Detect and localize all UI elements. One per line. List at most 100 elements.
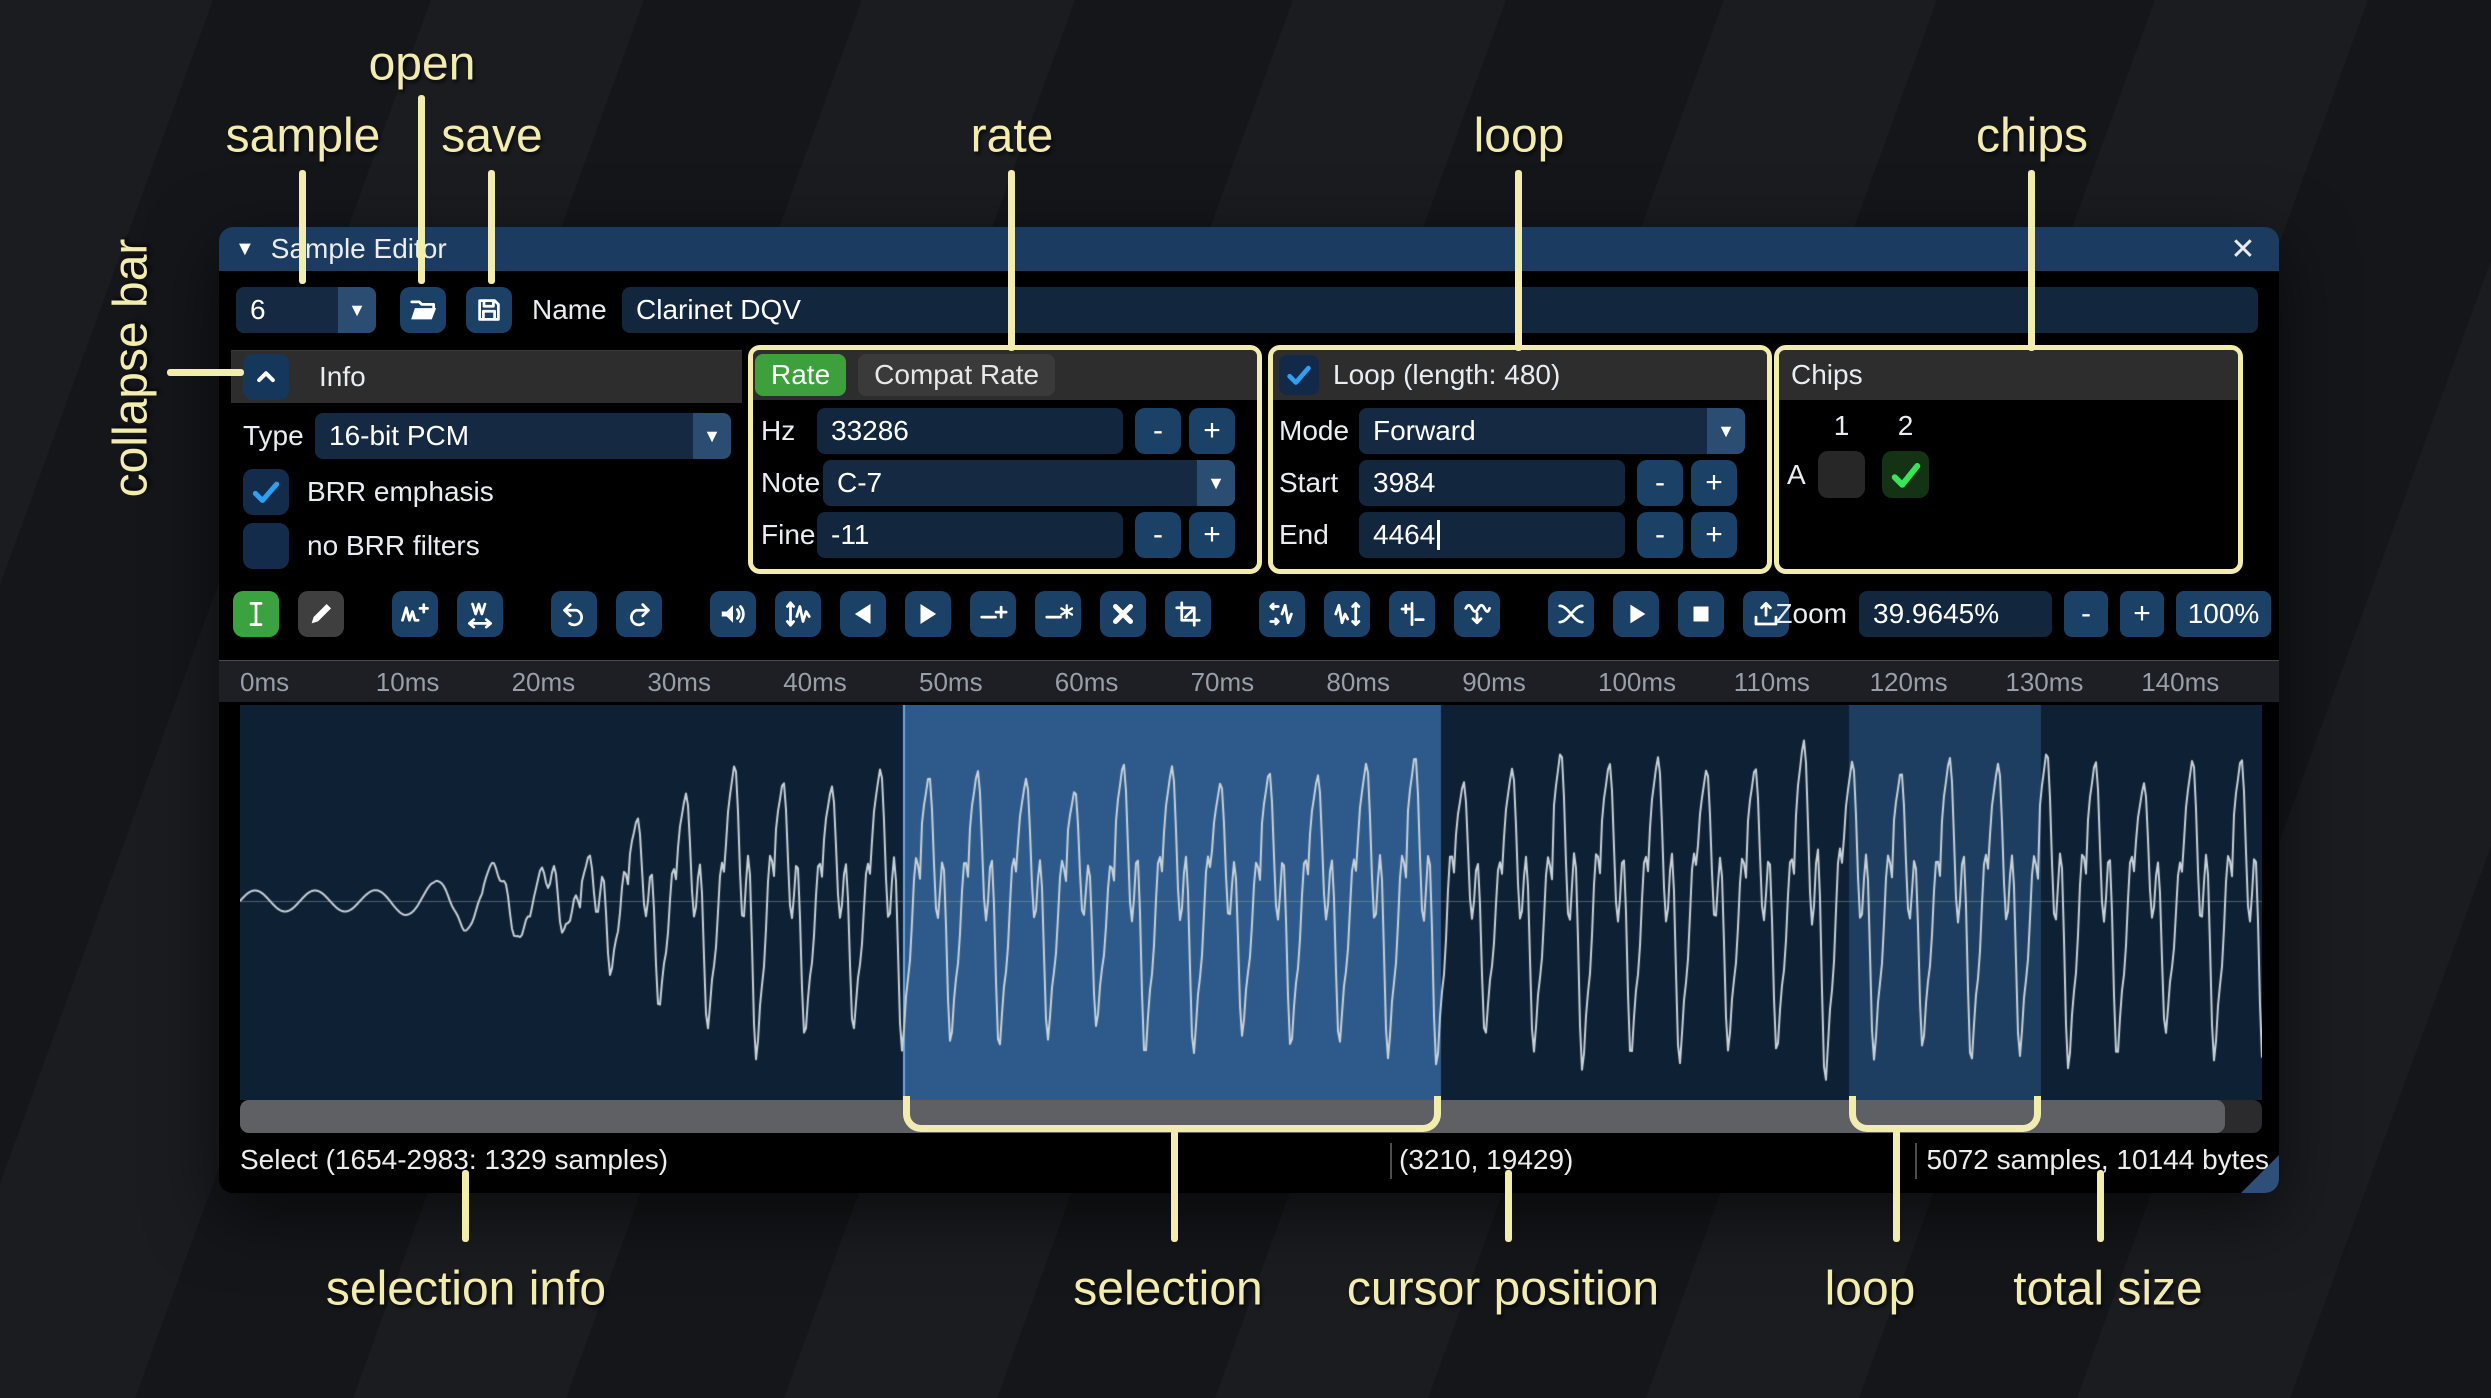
crossfade-icon [1558,604,1584,624]
chevron-down-icon[interactable]: ▼ [1197,460,1235,506]
undo-button[interactable] [551,591,597,637]
ruler-tick: 80ms [1326,667,1390,697]
sample-slot-select[interactable]: 6 ▼ [236,287,376,333]
select-tool-button[interactable] [233,591,279,637]
crossfade-button[interactable] [1548,591,1594,637]
loop-end-input[interactable]: 4464 [1359,512,1625,558]
fine-input[interactable]: -11 [817,512,1123,558]
insert-silence-button[interactable] [970,591,1016,637]
info-panel-title: Info [319,361,366,392]
wave-plus-icon [401,603,429,622]
fade-out-button[interactable] [905,591,951,637]
annotation-selection-label: selection [1073,1262,1263,1316]
resize-button[interactable] [392,591,438,637]
delete-button[interactable] [1100,591,1146,637]
save-sample-button[interactable] [466,287,512,333]
status-divider [1915,1143,1917,1179]
draw-tool-button[interactable] [298,591,344,637]
titlebar[interactable]: ▼ Sample Editor [219,227,2279,271]
annotation-open-label: open [368,37,476,91]
chevron-up-icon [257,371,275,383]
annotation-line [462,1170,469,1242]
annotation-line [488,170,495,284]
note-select[interactable]: C-7 ▼ [823,460,1235,506]
normalize-button[interactable] [775,591,821,637]
preview-button[interactable] [1613,591,1659,637]
fine-plus-button[interactable]: + [1189,512,1235,558]
window-collapse-icon[interactable]: ▼ [235,238,255,261]
window-resize-handle[interactable] [2241,1155,2279,1193]
zoom-input[interactable]: 39.9645% [1859,591,2052,637]
no-brr-filters-checkbox[interactable] [243,523,289,569]
close-icon[interactable]: ✕ [2221,227,2265,271]
annotation-selection-info-label: selection info [325,1262,607,1316]
chevron-down-icon[interactable]: ▼ [338,287,376,333]
zoom-in-button[interactable]: + [2120,591,2164,637]
chips-panel: Chips 1 2 A [1774,345,2243,574]
loop-panel: Loop (length: 480) Mode Forward ▼ Start … [1268,345,1772,574]
waveform-display[interactable] [240,705,2262,1100]
ruler-tick: 60ms [1054,667,1119,697]
loop-mode-select[interactable]: Forward ▼ [1359,408,1745,454]
zoom-out-button[interactable]: - [2064,591,2108,637]
plus-minus-icon [1400,602,1425,626]
pencil-icon [311,604,331,624]
collapse-bar-button[interactable] [243,354,289,400]
chevron-down-icon[interactable]: ▼ [1707,408,1745,454]
annotation-chips-label: chips [1975,109,2089,163]
statusbar: Select (1654-2983: 1329 samples) (3210, … [219,1133,2279,1193]
rate-panel: Rate Compat Rate Hz 33286 - + Note C-7 ▼… [748,345,1262,574]
annotation-loop-label-bottom: loop [1824,1262,1916,1316]
loop-bracket [1849,1096,2041,1132]
ruler-tick: 90ms [1462,667,1526,697]
loop-end-plus-button[interactable]: + [1691,512,1737,558]
chip-1-checkbox[interactable] [1818,451,1865,498]
redo-button[interactable] [616,591,662,637]
loop-start-plus-button[interactable]: + [1691,460,1737,506]
hz-label: Hz [761,415,796,446]
hz-minus-button[interactable]: - [1135,408,1181,454]
resample-button[interactable] [457,591,503,637]
ruler-tick: 110ms [1733,667,1810,697]
rate-panel-header: Rate Compat Rate [753,350,1257,400]
zoom-reset-button[interactable]: 100% [2176,591,2271,637]
annotation-line [1008,170,1015,351]
speaker-icon [721,605,745,623]
filter-button[interactable] [1454,591,1500,637]
chevron-down-icon[interactable]: ▼ [693,413,731,459]
loop-end-minus-button[interactable]: - [1637,512,1683,558]
fine-minus-button[interactable]: - [1135,512,1181,558]
signflip-button[interactable] [1389,591,1435,637]
trim-button[interactable] [1165,591,1211,637]
loop-enable-checkbox[interactable] [1279,355,1319,395]
triangle-right-icon [920,604,937,624]
loop-end-label: End [1279,519,1329,550]
apply-silence-button[interactable] [1035,591,1081,637]
hz-input[interactable]: 33286 [817,408,1123,454]
rate-tab[interactable]: Rate [755,354,847,396]
amplify-button[interactable] [710,591,756,637]
ruler-tick: 20ms [511,667,576,697]
annotation-line [2097,1170,2104,1242]
open-sample-button[interactable] [400,287,446,333]
selection-bracket [903,1096,1441,1132]
stop-icon [1693,606,1709,622]
ruler-tick: 150ms [2277,661,2279,702]
cursor-position-text: (3210, 19429) [1399,1144,1574,1175]
chip-2-checkbox[interactable] [1882,451,1929,498]
fade-in-button[interactable] [840,591,886,637]
wave-vertical-icon [786,601,811,627]
status-divider [1390,1143,1392,1179]
compat-rate-tab[interactable]: Compat Rate [858,354,1056,396]
type-select[interactable]: 16-bit PCM ▼ [315,413,731,459]
brr-emphasis-checkbox[interactable] [243,469,289,515]
name-input[interactable]: Clarinet DQV [622,287,2258,333]
reverse-button[interactable] [1259,591,1305,637]
loop-start-minus-button[interactable]: - [1637,460,1683,506]
loop-start-input[interactable]: 3984 [1359,460,1625,506]
hz-plus-button[interactable]: + [1189,408,1235,454]
invert-button[interactable] [1324,591,1370,637]
name-label: Name [532,294,607,325]
annotation-line [418,95,425,284]
stop-button[interactable] [1678,591,1724,637]
